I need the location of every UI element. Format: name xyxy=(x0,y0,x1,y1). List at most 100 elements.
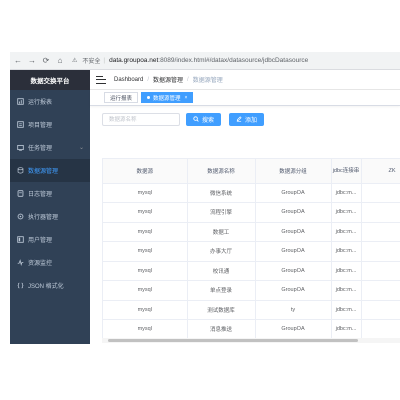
table-cell: jdbc:m... xyxy=(331,222,362,242)
table-cell: jdbc:m... xyxy=(331,183,362,203)
column-header[interactable]: jdbc连接串 xyxy=(331,159,362,184)
table-cell xyxy=(361,241,400,262)
sidebar-item-project[interactable]: 项目管理 xyxy=(10,113,90,136)
sidebar-title[interactable]: 数据交换平台 xyxy=(10,70,90,90)
sidebar-item-task[interactable]: 任务管理 ⌄ xyxy=(10,136,90,159)
sidebar-item-json[interactable]: JSON 格式化 xyxy=(10,274,90,297)
table-cell: GroupOA xyxy=(255,202,332,223)
sidebar-item-executor[interactable]: 执行器管理 xyxy=(10,205,90,228)
table-cell: 办事大厅 xyxy=(187,241,256,262)
table-cell: GroupOA xyxy=(255,319,332,340)
table-cell: 流程引擎 xyxy=(187,202,256,223)
sidebar-item-label: 资源监控 xyxy=(28,261,53,267)
address-bar[interactable]: ⚠ 不安全 | data.groupoa.net :8089/index.htm… xyxy=(70,55,400,67)
column-header[interactable]: 数据源 xyxy=(103,159,188,184)
table-container: 数据源 数据源名称 数据源分组 jdbc连接串 ZK mysql 微信系统 Grou… xyxy=(90,70,400,344)
sidebar-item-datasource[interactable]: 数据源管理 xyxy=(10,159,90,182)
table-cell: jdbc:m... xyxy=(331,261,362,281)
monitor-icon xyxy=(16,259,24,267)
horizontal-scrollbar[interactable] xyxy=(102,338,400,343)
table-cell: mysql xyxy=(103,280,188,301)
sidebar-item-label: 用户管理 xyxy=(28,238,53,244)
log-icon xyxy=(16,190,24,198)
datasource-icon xyxy=(16,167,24,175)
sidebar-item-label: 数据源管理 xyxy=(28,169,59,175)
sidebar-item-label: 执行器管理 xyxy=(28,215,59,221)
datasource-table: 数据源 数据源名称 数据源分组 jdbc连接串 ZK mysql 微信系统 Grou… xyxy=(102,158,400,340)
table-row[interactable]: mysql 流程引擎 GroupOA jdbc:m... xyxy=(103,202,400,223)
table-row[interactable]: mysql 单点登录 GroupOA jdbc:m... xyxy=(103,280,400,301)
table-cell: GroupOA xyxy=(255,222,332,242)
sidebar-item-label: 运行报表 xyxy=(28,100,53,106)
sidebar-item-label: 日志管理 xyxy=(28,192,53,198)
sidebar-item-log[interactable]: 日志管理 xyxy=(10,182,90,205)
column-header[interactable]: 数据源分组 xyxy=(255,159,332,184)
table-row[interactable]: mysql 校讯通 GroupOA jdbc:m... xyxy=(103,261,400,281)
sidebar-item-monitor[interactable]: 资源监控 xyxy=(10,251,90,274)
column-header[interactable]: ZK xyxy=(361,159,400,184)
browser-toolbar: ← → ⟳ ⌂ ⚠ 不安全 | data.groupoa.net :8089/i… xyxy=(10,52,400,70)
table-cell: 消息推送 xyxy=(187,319,256,340)
sidebar-item-label: 项目管理 xyxy=(28,123,53,129)
sidebar-item-user[interactable]: 用户管理 xyxy=(10,228,90,251)
table-cell: GroupOA xyxy=(255,183,332,203)
table-cell: 微信系统 xyxy=(187,183,256,203)
table-cell: jdbc:m... xyxy=(331,319,362,340)
table-cell: mysql xyxy=(103,300,188,320)
reload-icon[interactable]: ⟳ xyxy=(40,55,52,67)
table-cell: jdbc:m... xyxy=(331,241,362,262)
table-cell: GroupOA xyxy=(255,241,332,262)
table-cell: jdbc:m... xyxy=(331,300,362,320)
table-cell: 数据工 xyxy=(187,222,256,242)
chevron-down-icon: ⌄ xyxy=(78,145,84,151)
table-cell xyxy=(361,300,400,320)
column-header[interactable]: 数据源名称 xyxy=(187,159,256,184)
warning-icon[interactable]: ⚠ xyxy=(72,57,77,64)
table-cell: GroupOA xyxy=(255,261,332,281)
url-path: :8089/index.html#/datax/datasource/jdbcD… xyxy=(158,57,309,64)
table-row[interactable]: mysql 测试数据库 ty jdbc:m... xyxy=(103,300,400,320)
table-cell: ty xyxy=(255,300,332,320)
executor-icon xyxy=(16,213,24,221)
table-cell xyxy=(361,222,400,242)
table-cell: 单点登录 xyxy=(187,280,256,301)
home-icon[interactable]: ⌂ xyxy=(54,55,66,67)
table-cell: mysql xyxy=(103,261,188,281)
insecure-label[interactable]: 不安全 xyxy=(82,56,100,65)
table-row[interactable]: mysql 办事大厅 GroupOA jdbc:m... xyxy=(103,241,400,262)
app-screen: ← → ⟳ ⌂ ⚠ 不安全 | data.groupoa.net :8089/i… xyxy=(10,52,400,344)
table-cell: jdbc:m... xyxy=(331,280,362,301)
user-icon xyxy=(16,236,24,244)
table-cell xyxy=(361,261,400,281)
table-cell: mysql xyxy=(103,241,188,262)
url-separator: | xyxy=(103,57,106,64)
report-icon xyxy=(16,98,24,106)
table-cell: mysql xyxy=(103,222,188,242)
sidebar-item-report[interactable]: 运行报表 xyxy=(10,90,90,113)
url-host: data.groupoa.net xyxy=(109,57,159,64)
table: 数据源 数据源名称 数据源分组 jdbc连接串 ZK mysql 微信系统 Grou… xyxy=(103,159,400,340)
back-icon[interactable]: ← xyxy=(12,55,24,67)
sidebar-item-label: JSON 格式化 xyxy=(28,284,64,290)
forward-icon[interactable]: → xyxy=(26,55,38,67)
sidebar-item-label: 任务管理 xyxy=(28,146,53,152)
project-icon xyxy=(16,121,24,129)
table-header-row: 数据源 数据源名称 数据源分组 jdbc连接串 ZK xyxy=(103,159,400,184)
table-cell xyxy=(361,202,400,223)
table-row[interactable]: mysql 数据工 GroupOA jdbc:m... xyxy=(103,222,400,242)
scrollbar-thumb[interactable] xyxy=(108,339,358,342)
table-cell: 测试数据库 xyxy=(187,300,256,320)
table-row[interactable]: mysql 消息推送 GroupOA jdbc:m... xyxy=(103,319,400,340)
table-cell xyxy=(361,280,400,301)
table-cell: mysql xyxy=(103,319,188,340)
sidebar: 数据交换平台 运行报表 项目管理 任务管理 ⌄ 数据源管理 日志管理 执行器管理 xyxy=(10,70,90,344)
table-cell xyxy=(361,183,400,203)
json-icon xyxy=(16,282,24,290)
task-icon xyxy=(16,144,24,152)
table-cell: mysql xyxy=(103,183,188,203)
table-cell: 校讯通 xyxy=(187,261,256,281)
table-row[interactable]: mysql 微信系统 GroupOA jdbc:m... xyxy=(103,183,400,203)
table-cell: mysql xyxy=(103,202,188,223)
table-cell: GroupOA xyxy=(255,280,332,301)
table-cell: jdbc:m... xyxy=(331,202,362,223)
